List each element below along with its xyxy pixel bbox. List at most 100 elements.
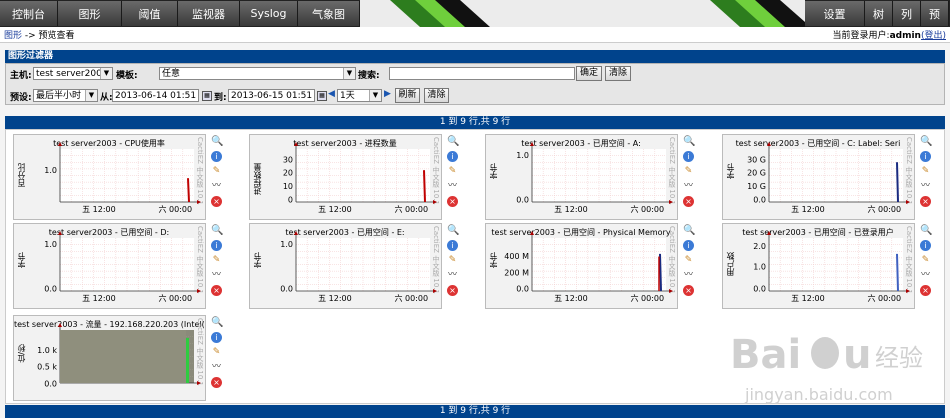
tab-list[interactable]: 列 bbox=[893, 1, 921, 26]
tab-thresholds[interactable]: 阈值 bbox=[122, 1, 178, 26]
delete-icon[interactable]: × bbox=[447, 196, 458, 207]
info-icon[interactable]: i bbox=[683, 151, 694, 162]
csv-export-icon[interactable]: ✎ bbox=[920, 255, 931, 266]
graph-card[interactable]: test server2003 - CPU使用率 百分比 CactiEZ 中文版 1… bbox=[13, 134, 206, 220]
preset-label: 预设: bbox=[10, 93, 32, 103]
logout-link[interactable]: (登出) bbox=[921, 31, 946, 41]
info-icon[interactable]: i bbox=[211, 240, 222, 251]
graph-card[interactable]: test server2003 - 进程数量 进程数量 CactiEZ 中文版 10… bbox=[249, 134, 442, 220]
y-tick-label: 1.0 bbox=[44, 240, 57, 249]
properties-icon[interactable]: 〰 bbox=[920, 181, 931, 192]
graph-card[interactable]: test server2003 - 已用空间 - C: Label: Seri 字… bbox=[722, 134, 915, 220]
clear-button[interactable]: 清除 bbox=[605, 66, 631, 81]
zoom-icon[interactable]: 🔍 bbox=[920, 225, 932, 236]
calendar-icon[interactable]: ▦ bbox=[202, 91, 212, 101]
info-icon[interactable]: i bbox=[211, 332, 222, 343]
zoom-icon[interactable]: 🔍 bbox=[211, 136, 223, 147]
shift-select[interactable]: 1天 ▼ bbox=[337, 89, 382, 102]
csv-export-icon[interactable]: ✎ bbox=[683, 255, 694, 266]
search-input[interactable] bbox=[389, 67, 575, 80]
to-date-input[interactable]: 2013-06-15 01:51 bbox=[228, 89, 315, 102]
template-select[interactable]: 任意 ▼ bbox=[159, 67, 356, 80]
csv-export-icon[interactable]: ✎ bbox=[447, 166, 458, 177]
clear-time-button[interactable]: 清除 bbox=[424, 88, 449, 103]
tab-settings[interactable]: 设置 bbox=[805, 1, 865, 26]
tab-preview[interactable]: 预 bbox=[921, 1, 949, 26]
zoom-icon[interactable]: 🔍 bbox=[683, 136, 695, 147]
x-tick-label: 五 12:00 bbox=[82, 205, 116, 214]
svg-text:Bai: Bai bbox=[730, 332, 801, 378]
breadcrumb-graphs-link[interactable]: 图形 bbox=[4, 31, 22, 41]
graph-card[interactable]: test server2003 - 已用空间 - A: 字节 CactiEZ 中文版… bbox=[485, 134, 678, 220]
csv-export-icon[interactable]: ✎ bbox=[447, 255, 458, 266]
calendar-icon[interactable]: ▦ bbox=[317, 91, 327, 101]
properties-icon[interactable]: 〰 bbox=[211, 270, 222, 281]
graph-card[interactable]: test server2003 - 已用空间 - Physical Memory… bbox=[485, 223, 678, 309]
delete-icon[interactable]: × bbox=[447, 285, 458, 296]
x-tick-label: 六 00:00 bbox=[630, 293, 664, 303]
csv-export-icon[interactable]: ✎ bbox=[211, 255, 222, 266]
delete-icon[interactable]: × bbox=[211, 196, 222, 207]
properties-icon[interactable]: 〰 bbox=[447, 270, 458, 281]
chevron-down-icon: ▼ bbox=[343, 68, 355, 79]
info-icon[interactable]: i bbox=[447, 240, 458, 251]
graph-plot: 1.0 0.0 五 12:00 六 00:00 bbox=[516, 142, 673, 214]
chevron-down-icon: ▼ bbox=[100, 68, 112, 79]
y-tick-label: 0.0 bbox=[753, 284, 766, 293]
info-icon[interactable]: i bbox=[447, 151, 458, 162]
from-date-input[interactable]: 2013-06-14 01:51 bbox=[112, 89, 199, 102]
info-icon[interactable]: i bbox=[683, 240, 694, 251]
info-icon[interactable]: i bbox=[211, 151, 222, 162]
delete-icon[interactable]: × bbox=[920, 196, 931, 207]
shift-left-icon[interactable]: ◀ bbox=[328, 89, 335, 99]
tab-tree[interactable]: 树 bbox=[865, 1, 893, 26]
csv-export-icon[interactable]: ✎ bbox=[211, 347, 222, 358]
ok-button[interactable]: 确定 bbox=[576, 66, 602, 81]
series-spike bbox=[659, 253, 662, 292]
zoom-icon[interactable]: 🔍 bbox=[447, 136, 459, 147]
x-tick-label: 五 12:00 bbox=[82, 294, 116, 303]
info-icon[interactable]: i bbox=[920, 240, 931, 251]
zoom-icon[interactable]: 🔍 bbox=[920, 136, 932, 147]
tab-monitor[interactable]: 监视器 bbox=[178, 1, 240, 26]
zoom-icon[interactable]: 🔍 bbox=[683, 225, 695, 236]
graph-card[interactable]: test server2003 - 已用空间 - E: 字节 CactiEZ 中文版… bbox=[249, 223, 442, 309]
preset-select[interactable]: 最后半小时 ▼ bbox=[33, 89, 98, 102]
x-tick-label: 六 00:00 bbox=[867, 293, 901, 303]
shift-right-icon[interactable]: ▶ bbox=[384, 89, 391, 99]
refresh-button[interactable]: 刷新 bbox=[395, 88, 420, 103]
delete-icon[interactable]: × bbox=[211, 377, 222, 388]
tab-weathermap[interactable]: 气象图 bbox=[298, 1, 360, 26]
delete-icon[interactable]: × bbox=[683, 196, 694, 207]
graph-card[interactable]: test server2003 - 已用空间 - 已登录用户 用户数 CactiEZ… bbox=[722, 223, 915, 309]
delete-icon[interactable]: × bbox=[683, 285, 694, 296]
graph-card[interactable]: test server2003 - 已用空间 - D: 字节 CactiEZ 中文版… bbox=[13, 223, 206, 309]
x-tick-label: 六 00:00 bbox=[867, 204, 901, 214]
delete-icon[interactable]: × bbox=[211, 285, 222, 296]
info-icon[interactable]: i bbox=[920, 151, 931, 162]
delete-icon[interactable]: × bbox=[920, 285, 931, 296]
zoom-icon[interactable]: 🔍 bbox=[447, 225, 459, 236]
from-label: 从: bbox=[100, 93, 113, 103]
graph-card[interactable]: test server2003 - 流量 - 192.168.220.203 (… bbox=[13, 315, 206, 401]
tab-syslog[interactable]: Syslog bbox=[240, 1, 298, 26]
properties-icon[interactable]: 〰 bbox=[683, 270, 694, 281]
zoom-icon[interactable]: 🔍 bbox=[211, 225, 223, 236]
properties-icon[interactable]: 〰 bbox=[211, 181, 222, 192]
tab-graphs[interactable]: 图形 bbox=[58, 1, 122, 26]
filter-title: 图形过滤器 bbox=[5, 50, 945, 63]
x-axis-arrow bbox=[433, 200, 437, 204]
y-axis-arrow bbox=[58, 231, 62, 235]
tab-console[interactable]: 控制台 bbox=[0, 1, 58, 26]
host-select[interactable]: test server2003 ▼ bbox=[33, 67, 113, 80]
csv-export-icon[interactable]: ✎ bbox=[211, 166, 222, 177]
x-tick-label: 五 12:00 bbox=[318, 294, 352, 303]
svg-text:jingyan.baidu.com: jingyan.baidu.com bbox=[744, 385, 893, 404]
properties-icon[interactable]: 〰 bbox=[211, 362, 222, 373]
csv-export-icon[interactable]: ✎ bbox=[683, 166, 694, 177]
properties-icon[interactable]: 〰 bbox=[920, 270, 931, 281]
csv-export-icon[interactable]: ✎ bbox=[920, 166, 931, 177]
properties-icon[interactable]: 〰 bbox=[683, 181, 694, 192]
zoom-icon[interactable]: 🔍 bbox=[211, 317, 223, 328]
properties-icon[interactable]: 〰 bbox=[447, 181, 458, 192]
